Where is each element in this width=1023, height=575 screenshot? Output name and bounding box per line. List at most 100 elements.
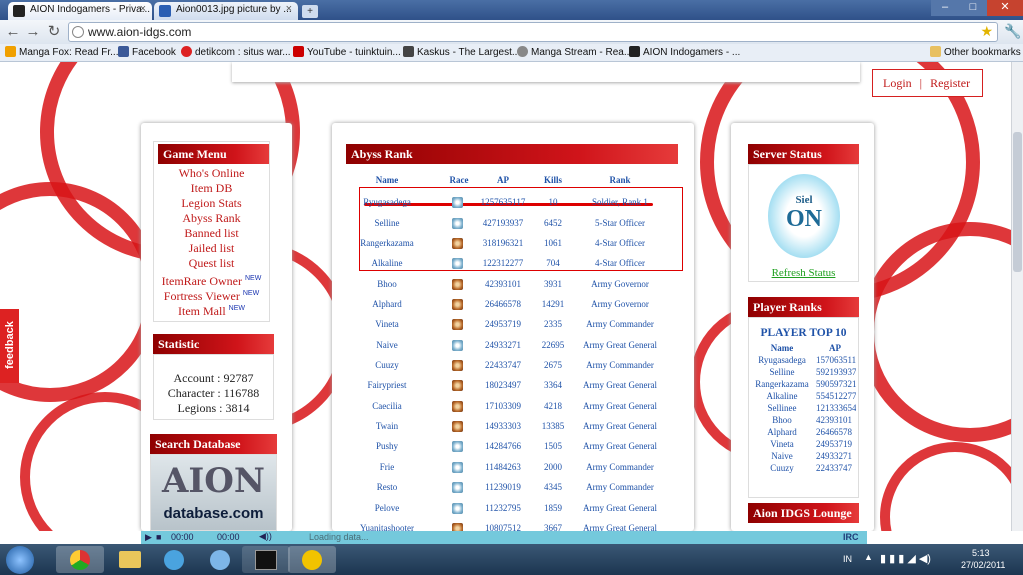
language-indicator[interactable]: IN (843, 554, 852, 564)
bookmark-star-icon[interactable]: ★ (980, 23, 993, 40)
player-ap: 24953719 (816, 439, 852, 449)
yahoo-messenger-taskbar-icon[interactable] (288, 546, 336, 573)
bookmark-item[interactable]: detikcom : situs war... (181, 46, 291, 58)
player-name-link[interactable]: Rangerkazama (347, 238, 427, 248)
player-name[interactable]: Alphard (749, 427, 815, 437)
bookmark-item[interactable]: AION Indogamers - ... (629, 46, 740, 58)
start-button[interactable] (6, 546, 34, 574)
player-name-link[interactable]: Yuanitashooter (347, 523, 427, 531)
aion-favicon-icon (629, 46, 640, 57)
scrollbar-thumb[interactable] (1013, 132, 1022, 272)
bookmark-item[interactable]: Manga Stream - Rea... (517, 46, 632, 58)
player-ap: 24933271 (816, 451, 852, 461)
player-name[interactable]: Cuuzy (749, 463, 815, 473)
abyss-rank-header: Abyss Rank (346, 144, 678, 164)
irc-label[interactable]: IRC (843, 532, 859, 542)
minimize-button[interactable]: – (931, 0, 959, 16)
tab-close-icon[interactable]: × (286, 3, 292, 15)
volume-icon[interactable]: ◀)) (259, 531, 272, 542)
close-window-button[interactable]: ✕ (987, 0, 1023, 16)
back-button[interactable]: ← (4, 23, 22, 41)
refresh-status-link[interactable]: Refresh Status (749, 267, 858, 279)
aion-taskbar-icon[interactable] (242, 546, 290, 573)
player-name[interactable]: Selline (749, 367, 815, 377)
player-name-link[interactable]: Pushy (347, 441, 427, 451)
clock-date[interactable]: 27/02/2011 (961, 560, 1005, 570)
page-scrollbar[interactable] (1011, 62, 1023, 531)
elapsed-time: 00:00 (171, 532, 194, 542)
bookmark-item[interactable]: Kaskus - The Largest... (403, 46, 520, 58)
tray-icons[interactable]: ▮ ▮ ▮ ◢ ◀) (880, 552, 931, 565)
player-name-link[interactable]: Selline (347, 218, 427, 228)
player-name-link[interactable]: Ryugasadega (347, 197, 427, 207)
player-name-link[interactable]: Fairypriest (347, 380, 427, 390)
menu-whos-online[interactable]: Who's Online (154, 166, 269, 181)
table-row: Vineta 24953719 2335 Army Commander (357, 315, 669, 335)
menu-item-mall[interactable]: Item Mall NEW (154, 301, 269, 318)
player-name[interactable]: Ryugasadega (749, 355, 815, 365)
media-player-bar: ▶ ■ 00:00 00:00 ◀)) Loading data... IRC (141, 531, 867, 544)
explorer-taskbar-icon[interactable] (106, 546, 154, 573)
player-name-link[interactable]: Alkaline (347, 258, 427, 268)
reload-button[interactable]: ↻ (45, 23, 63, 41)
player-name[interactable]: Vineta (749, 439, 815, 449)
player-name-link[interactable]: Twain (347, 421, 427, 431)
other-bookmarks[interactable]: Other bookmarks (930, 46, 1021, 58)
rank-title: 4-Star Officer (594, 238, 646, 249)
play-icon[interactable]: ▶ (145, 532, 152, 543)
bookmark-item[interactable]: Manga Fox: Read Fr... (5, 46, 119, 58)
messenger-taskbar-icon[interactable] (150, 546, 198, 573)
address-bar[interactable]: www.aion-idgs.com ★ (68, 22, 998, 42)
menu-jailed-list[interactable]: Jailed list (154, 241, 269, 256)
clock-time[interactable]: 5:13 (972, 548, 990, 558)
bookmark-item[interactable]: YouTube - tuinktuin... (293, 46, 401, 58)
tab-aion-picture[interactable]: Aion0013.jpg picture by ... × (154, 2, 298, 20)
table-row: Alkaline 122312277 704 4-Star Officer (357, 254, 669, 274)
player-name-link[interactable]: Frie (347, 462, 427, 472)
chrome-taskbar-icon[interactable] (56, 546, 104, 573)
wrench-menu-icon[interactable]: 🔧 (1004, 23, 1021, 40)
register-link[interactable]: Register (930, 76, 970, 90)
player-name[interactable]: Naive (749, 451, 815, 461)
player-name-link[interactable]: Cuuzy (347, 360, 427, 370)
elyos-race-icon (452, 217, 463, 229)
tab-aion-indogamers[interactable]: AION Indogamers - Priva... × (8, 2, 152, 20)
player-name-link[interactable]: Naive (347, 340, 427, 350)
menu-abyss-rank[interactable]: Abyss Rank (154, 211, 269, 226)
itunes-taskbar-icon[interactable] (196, 546, 244, 573)
asmodian-race-icon (452, 319, 463, 331)
player-name-link[interactable]: Vineta (347, 319, 427, 329)
siel-server-icon: Siel ON (768, 174, 840, 258)
menu-legion-stats[interactable]: Legion Stats (154, 196, 269, 211)
menu-itemrare-owner[interactable]: ItemRare Owner NEW (154, 271, 269, 288)
menu-quest-list[interactable]: Quest list (154, 256, 269, 271)
player-name-link[interactable]: Caecilia (347, 401, 427, 411)
maximize-button[interactable]: □ (959, 0, 987, 16)
feedback-tab[interactable]: feedback (0, 309, 19, 383)
bookmark-item[interactable]: Facebook (118, 46, 176, 58)
player-name-link[interactable]: Resto (347, 482, 427, 492)
player-name-link[interactable]: Bhoo (347, 279, 427, 289)
stop-icon[interactable]: ■ (156, 532, 161, 542)
player-name[interactable]: Bhoo (749, 415, 815, 425)
player-name-link[interactable]: Alphard (347, 299, 427, 309)
new-tab-button[interactable]: + (302, 5, 318, 18)
menu-item-db[interactable]: Item DB (154, 181, 269, 196)
player-name[interactable]: Sellinee (749, 403, 815, 413)
table-row: Naive 24933271 22695 Army Great General (357, 336, 669, 356)
rank-title: Army Governor (591, 278, 649, 289)
elyos-race-icon (452, 339, 463, 351)
tray-expand-icon[interactable]: ▲ (864, 552, 873, 562)
menu-fortress-viewer[interactable]: Fortress Viewer NEW (154, 286, 269, 303)
forward-button[interactable]: → (24, 23, 42, 41)
login-link[interactable]: Login (883, 76, 912, 90)
player-name[interactable]: Rangerkazama (749, 379, 815, 389)
aion-database-logo[interactable]: AION database.com (150, 454, 277, 531)
tab-close-icon[interactable]: × (140, 3, 146, 15)
player-name[interactable]: Alkaline (749, 391, 815, 401)
table-header-row: Name Race AP Kills Rank (375, 175, 631, 185)
table-row: Yuanitashooter 10807512 3667 Army Great Gen… (357, 519, 669, 531)
player-name-link[interactable]: Pelove (347, 503, 427, 513)
menu-banned-list[interactable]: Banned list (154, 226, 269, 241)
game-menu-header: Game Menu (158, 144, 269, 164)
